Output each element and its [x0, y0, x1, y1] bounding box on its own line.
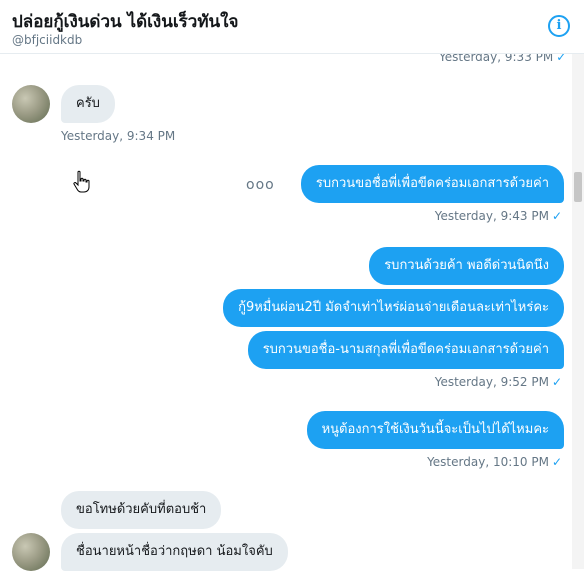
scrollbar[interactable] — [572, 53, 584, 569]
outgoing-message-bubble[interactable]: หนูต้องการใช้เงินวันนี้จะเป็นไปได้ไหมคะ — [306, 411, 564, 449]
message-timestamp: Yesterday, 9:34 PM — [61, 129, 176, 143]
sent-check-icon: ✓ — [551, 209, 562, 223]
outgoing-message-bubble[interactable]: กู้9หมื่นผ่อน2ปี มัดจำเท่าไหร่ผ่อนจ่ายเด… — [223, 289, 564, 327]
conversation-header: ปล่อยกู้เงินด่วน ได้เงินเร็วทันใจ @bfjci… — [0, 0, 584, 54]
sent-check-icon: ✓ — [551, 455, 562, 469]
timestamp-text: Yesterday, 9:43 PM — [434, 209, 549, 223]
outgoing-message-bubble[interactable]: รบกวนขอชื่อ-นามสกุลพี่เพื่อขีดคร่อมเอกสา… — [247, 331, 564, 369]
incoming-message-bubble[interactable]: ชื่อนายหน้าชื่อว่ากฤษดา น้อมใจคับ — [61, 533, 288, 571]
timestamp-text: Yesterday, 10:10 PM — [427, 455, 549, 469]
info-icon[interactable]: i — [548, 15, 570, 37]
outgoing-message-bubble[interactable]: รบกวนขอชื่อพี่เพื่อขีดคร่อมเอกสารด้วยค่า — [300, 165, 564, 203]
incoming-message-bubble[interactable]: ครับ — [61, 85, 115, 123]
conversation-handle: @bfjciidkdb — [12, 33, 83, 47]
conversation-title: ปล่อยกู้เงินด่วน ได้เงินเร็วทันใจ — [12, 12, 239, 32]
avatar[interactable] — [12, 85, 50, 123]
more-options-icon[interactable]: ooo — [246, 177, 275, 193]
incoming-message-bubble[interactable]: ขอโทษด้วยคับที่ตอบช้า — [61, 491, 222, 529]
outgoing-message-bubble[interactable]: รบกวนด้วยค้า พอดีด่วนนิดนึง — [369, 247, 564, 285]
message-timestamp: Yesterday, 9:52 PM ✓ — [435, 375, 562, 389]
timestamp-text: Yesterday, 9:52 PM — [434, 375, 549, 389]
message-timestamp: Yesterday, 10:10 PM ✓ — [427, 455, 562, 469]
sent-check-icon: ✓ — [551, 375, 562, 389]
scrollbar-thumb[interactable] — [574, 172, 582, 202]
avatar[interactable] — [12, 533, 50, 571]
hand-cursor-icon — [73, 170, 90, 193]
message-timestamp: Yesterday, 9:43 PM ✓ — [435, 209, 562, 223]
